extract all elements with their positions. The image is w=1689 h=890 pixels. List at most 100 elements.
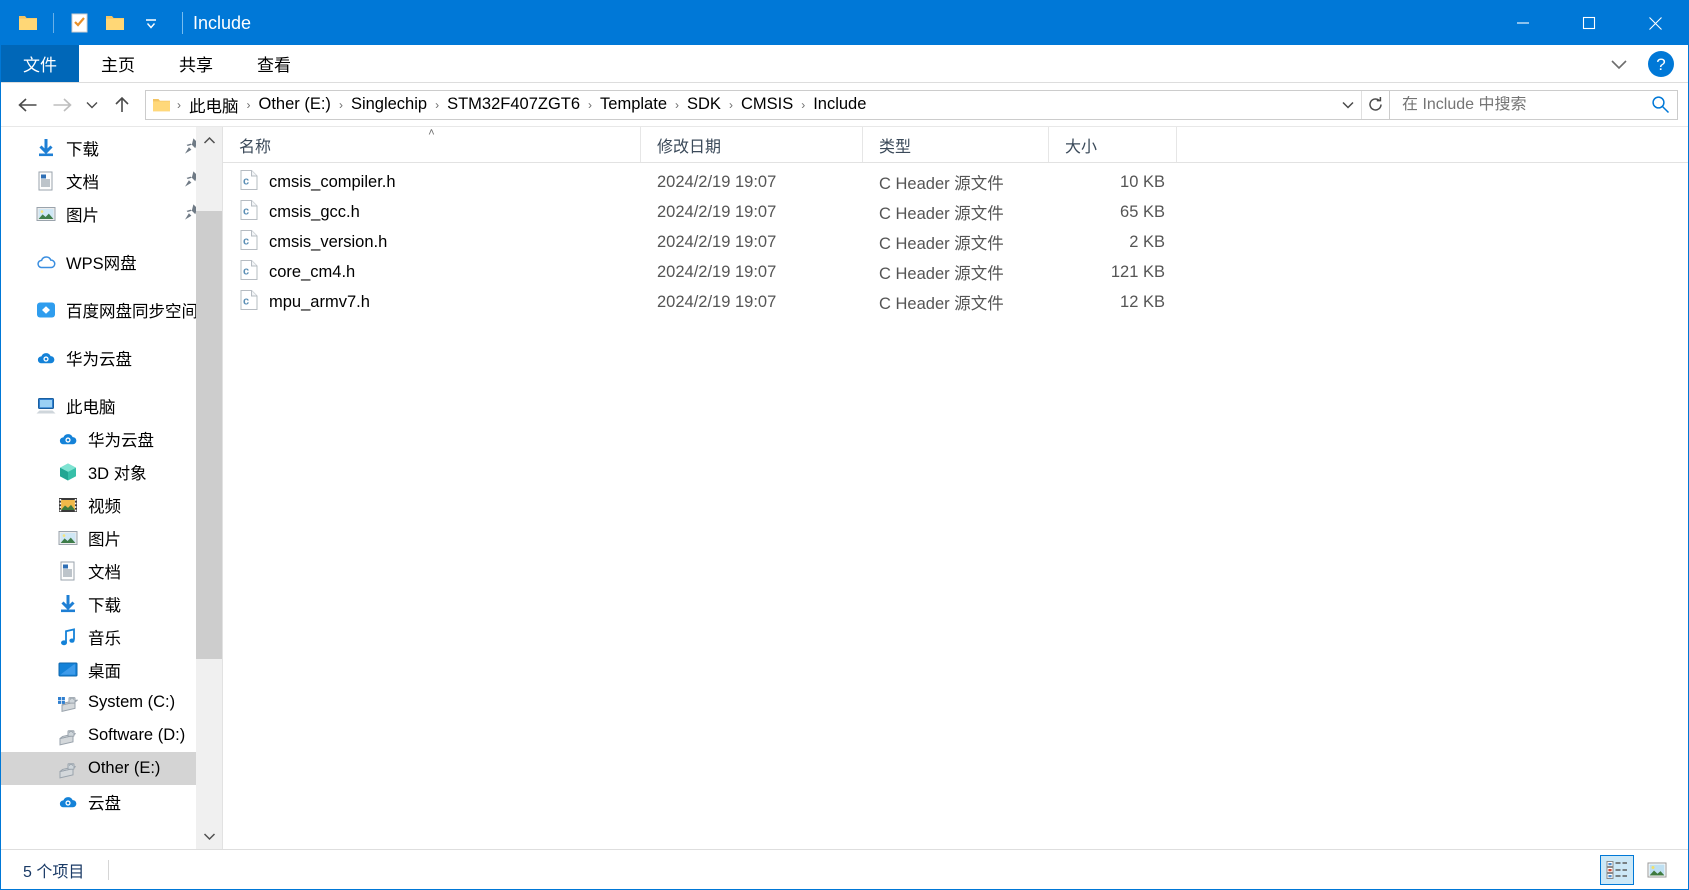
sidebar-item-[interactable]: 此电脑 xyxy=(1,389,222,422)
svg-text:c: c xyxy=(243,205,249,217)
table-row[interactable]: c cmsis_version.h 2024/2/19 19:07 C Header … xyxy=(223,227,1688,257)
breadcrumb-item-4[interactable]: Template xyxy=(595,93,672,116)
details-view-icon[interactable] xyxy=(1600,854,1634,885)
column-header-date-modified[interactable]: 修改日期 xyxy=(641,127,863,162)
sidebar-item-3d[interactable]: 3D 对象 xyxy=(1,455,222,488)
scrollbar-track[interactable] xyxy=(196,153,222,823)
sidebar-item-[interactable]: 文档 xyxy=(1,164,222,197)
file-name-cell[interactable]: c cmsis_gcc.h xyxy=(223,199,641,226)
close-button[interactable] xyxy=(1622,1,1688,45)
sidebar-item-[interactable]: 华为云盘 xyxy=(1,341,222,374)
view-mode-buttons xyxy=(1600,854,1688,885)
huawei-cloud-icon xyxy=(35,347,57,369)
file-name-label: cmsis_version.h xyxy=(269,232,388,251)
file-type-cell: C Header 源文件 xyxy=(879,235,1004,253)
up-arrow-icon[interactable] xyxy=(105,88,139,122)
sidebar-item-[interactable]: 音乐 xyxy=(1,620,222,653)
scroll-up-icon[interactable] xyxy=(196,127,222,153)
breadcrumb-item-5[interactable]: SDK xyxy=(682,93,726,116)
sidebar-item-label: System (C:) xyxy=(88,693,176,711)
table-row[interactable]: c mpu_armv7.h 2024/2/19 19:07 C Header 源文件 1… xyxy=(223,287,1688,317)
file-name-cell[interactable]: c cmsis_compiler.h xyxy=(223,169,641,196)
documents-icon xyxy=(57,560,79,582)
tab-home[interactable]: 主页 xyxy=(79,45,157,82)
new-folder-icon[interactable] xyxy=(98,6,132,40)
breadcrumb-separator[interactable]: › xyxy=(336,98,346,112)
address-bar-controls xyxy=(1335,90,1389,119)
file-name-label: cmsis_compiler.h xyxy=(269,172,396,191)
tab-file[interactable]: 文件 xyxy=(1,45,79,82)
sidebar-item-[interactable]: 下载 xyxy=(1,587,222,620)
sidebar-item-[interactable]: 百度网盘同步空间 xyxy=(1,293,222,326)
status-bar: 5 个项目 xyxy=(1,849,1688,889)
sidebar-item-[interactable]: 桌面 xyxy=(1,653,222,686)
breadcrumb-separator[interactable]: › xyxy=(585,98,595,112)
breadcrumb-item-0[interactable]: 此电脑 xyxy=(184,91,244,119)
properties-checklist-icon[interactable] xyxy=(62,6,96,40)
recent-locations-chevron-icon[interactable] xyxy=(79,88,105,122)
c-header-file-icon: c xyxy=(239,229,259,256)
column-header-name[interactable]: ˄ 名称 xyxy=(223,127,641,162)
search-input[interactable] xyxy=(1390,95,1643,114)
sidebar-item-wps[interactable]: WPS网盘 xyxy=(1,245,222,278)
refresh-icon[interactable] xyxy=(1361,90,1389,119)
breadcrumb-item-1[interactable]: Other (E:) xyxy=(254,93,336,116)
sidebar-item-[interactable]: 图片 xyxy=(1,197,222,230)
system-menu-folder-icon[interactable] xyxy=(11,6,45,40)
scroll-down-icon[interactable] xyxy=(196,823,222,849)
file-name-cell[interactable]: c cmsis_version.h xyxy=(223,229,641,256)
back-arrow-icon[interactable] xyxy=(11,88,45,122)
table-row[interactable]: c core_cm4.h 2024/2/19 19:07 C Header 源文件 12… xyxy=(223,257,1688,287)
breadcrumb-separator[interactable]: › xyxy=(672,98,682,112)
address-dropdown-icon[interactable] xyxy=(1335,91,1361,119)
sidebar-item-[interactable]: 华为云盘 xyxy=(1,422,222,455)
breadcrumb-item-3[interactable]: STM32F407ZGT6 xyxy=(442,93,585,116)
file-name-label: core_cm4.h xyxy=(269,262,356,281)
tab-share[interactable]: 共享 xyxy=(157,45,235,82)
navigation-scrollbar[interactable] xyxy=(196,127,222,849)
svg-text:c: c xyxy=(243,295,249,307)
tab-view[interactable]: 查看 xyxy=(235,45,313,82)
breadcrumb-item-2[interactable]: Singlechip xyxy=(346,93,432,116)
sidebar-item-label: 图片 xyxy=(66,206,99,225)
sidebar-item-software-d[interactable]: Software (D:) xyxy=(1,719,222,752)
table-row[interactable]: c cmsis_gcc.h 2024/2/19 19:07 C Header 源文件 6… xyxy=(223,197,1688,227)
forward-arrow-icon[interactable] xyxy=(45,88,79,122)
address-bar[interactable]: › 此电脑 › Other (E:) › Singlechip › STM32F… xyxy=(145,89,1390,120)
sidebar-item-[interactable]: 下载 xyxy=(1,131,222,164)
sidebar-item-[interactable]: 文档 xyxy=(1,554,222,587)
chevron-down-icon[interactable] xyxy=(1602,49,1636,79)
breadcrumb-separator[interactable]: › xyxy=(432,98,442,112)
sidebar-item-[interactable]: 云盘 xyxy=(1,785,222,818)
sidebar-item-label: 云盘 xyxy=(88,794,121,813)
sidebar-item-[interactable]: 图片 xyxy=(1,521,222,554)
documents-icon xyxy=(35,170,57,192)
sidebar-item-system-c[interactable]: System (C:) xyxy=(1,686,222,719)
large-icons-view-icon[interactable] xyxy=(1640,855,1674,885)
customize-dropdown-icon[interactable] xyxy=(134,6,168,40)
breadcrumb-folder-icon[interactable] xyxy=(150,97,172,113)
search-icon[interactable] xyxy=(1643,95,1677,114)
breadcrumb-separator[interactable]: › xyxy=(798,98,808,112)
file-name-cell[interactable]: c core_cm4.h xyxy=(223,259,641,286)
breadcrumb-separator[interactable]: › xyxy=(244,98,254,112)
sidebar-item-label: 文档 xyxy=(88,563,121,582)
column-header-size[interactable]: 大小 xyxy=(1049,127,1177,162)
sidebar-item-label: 文档 xyxy=(66,173,99,192)
help-icon[interactable]: ? xyxy=(1644,47,1678,81)
column-header-type[interactable]: 类型 xyxy=(863,127,1049,162)
sidebar-item-[interactable]: 视频 xyxy=(1,488,222,521)
minimize-button[interactable] xyxy=(1490,1,1556,45)
scrollbar-thumb[interactable] xyxy=(196,211,222,659)
sidebar-item-other-e[interactable]: Other (E:) xyxy=(1,752,222,785)
breadcrumb-item-7[interactable]: Include xyxy=(808,93,871,116)
breadcrumb-item-6[interactable]: CMSIS xyxy=(736,93,798,116)
search-box[interactable] xyxy=(1390,89,1678,120)
table-row[interactable]: c cmsis_compiler.h 2024/2/19 19:07 C Header… xyxy=(223,167,1688,197)
maximize-button[interactable] xyxy=(1556,1,1622,45)
wps-cloud-icon xyxy=(35,251,57,273)
breadcrumb-separator[interactable]: › xyxy=(726,98,736,112)
file-name-cell[interactable]: c mpu_armv7.h xyxy=(223,289,641,316)
pictures-icon xyxy=(35,203,57,225)
